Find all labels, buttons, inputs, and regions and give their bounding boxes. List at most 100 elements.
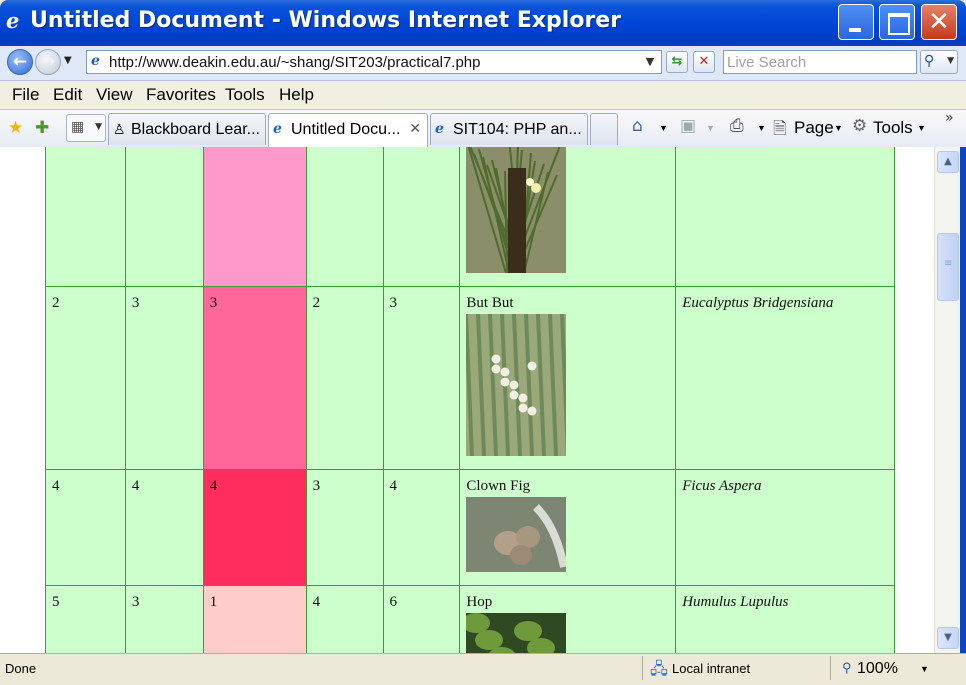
refresh-button[interactable]: ⇆: [666, 51, 688, 73]
chevron-down-icon[interactable]: ▼: [917, 123, 926, 133]
table-cell: 6: [382, 585, 461, 653]
tab-label: Untitled Docu...: [291, 121, 401, 138]
favorites-center-icon[interactable]: ★: [8, 118, 23, 138]
page-menu-button[interactable]: Page: [794, 118, 834, 138]
ie-logo-icon: e: [6, 8, 20, 33]
table-cell: 5: [45, 585, 126, 653]
scroll-up-button[interactable]: ▲: [937, 151, 959, 173]
minimize-button[interactable]: [838, 4, 874, 40]
clown-fig-photo: [466, 497, 569, 577]
scientific-name: Eucalyptus Bridgensiana: [675, 286, 895, 470]
tab-label: Blackboard Lear...: [131, 121, 260, 138]
table-row: [45, 147, 895, 287]
ie-page-icon: e: [435, 121, 444, 137]
menu-tools[interactable]: Tools: [225, 85, 265, 105]
stop-button[interactable]: ✕: [693, 51, 715, 73]
home-icon[interactable]: ⌂: [632, 116, 643, 136]
forward-button[interactable]: →: [35, 49, 61, 75]
table-cell: 3: [124, 286, 204, 470]
common-name: Hop: [466, 594, 493, 610]
more-chevron-icon[interactable]: »: [945, 110, 954, 126]
forward-arrow-icon: →: [40, 52, 56, 72]
table-cell: [124, 147, 204, 287]
grass-tree-photo: [466, 147, 567, 278]
table-cell: 4: [305, 585, 384, 653]
table-row: 4 4 4 3 4 Clown Fig Ficus Aspera: [45, 469, 895, 586]
table-cell: 1: [202, 585, 307, 653]
table-cell: 4: [202, 469, 307, 586]
menu-favorites[interactable]: Favorites: [146, 85, 216, 105]
chevron-down-icon[interactable]: ▼: [920, 664, 929, 674]
security-zone: Local intranet: [672, 661, 751, 676]
table-cell: 3: [305, 469, 384, 586]
menu-bar: File Edit View Favorites Tools Help: [0, 81, 966, 110]
stop-icon: ✕: [698, 54, 710, 69]
table-cell: 3: [202, 286, 307, 470]
table-cell: 4: [45, 469, 126, 586]
print-icon[interactable]: ⎙: [730, 116, 744, 136]
new-tab-button[interactable]: [590, 113, 618, 145]
address-toolbar: ← → ▼ e ▼ ⇆ ✕ ⚲ ▼: [0, 46, 966, 81]
common-name: Clown Fig: [466, 478, 531, 494]
menu-help[interactable]: Help: [279, 85, 314, 105]
chevron-down-icon[interactable]: ▼: [834, 123, 843, 133]
close-icon: ✕: [928, 7, 950, 37]
add-favorite-icon[interactable]: ✚: [35, 118, 49, 138]
status-bar: Done 🖧 Local intranet ⚲ 100% ▼: [0, 653, 966, 683]
window-border-right: [960, 147, 966, 653]
maximize-icon: [880, 5, 914, 39]
status-divider: [830, 656, 831, 680]
zoom-level[interactable]: 100%: [857, 660, 898, 678]
close-tab-icon[interactable]: ✕: [409, 120, 421, 137]
scroll-down-button[interactable]: ▼: [937, 627, 959, 649]
scientific-name: Humulus Lupulus: [675, 585, 895, 653]
scientific-name: [675, 147, 895, 287]
menu-file[interactable]: File: [12, 85, 39, 105]
quick-tabs-button[interactable]: ▦ ▼: [66, 114, 106, 142]
title-bar: e Untitled Document - Windows Internet E…: [0, 0, 966, 46]
recent-pages-dropdown[interactable]: ▼: [64, 55, 72, 66]
menu-edit[interactable]: Edit: [53, 85, 82, 105]
common-name: But But: [466, 295, 514, 311]
blackboard-icon: ♙: [113, 121, 126, 137]
table-row: 5 3 1 4 6 Hop Humulus Lupulus: [45, 585, 895, 653]
plant-name-cell: Hop: [459, 585, 677, 653]
chevron-down-icon[interactable]: ▼: [642, 53, 658, 71]
refresh-icon: ⇆: [671, 54, 683, 69]
search-icon: ⚲: [924, 53, 935, 69]
feeds-icon[interactable]: ▣: [680, 116, 696, 136]
chevron-down-icon[interactable]: ▼: [757, 123, 766, 133]
eucalyptus-photo: [464, 312, 571, 461]
vertical-scrollbar[interactable]: ▲ ≡ ▼: [934, 147, 961, 653]
scroll-thumb[interactable]: ≡: [937, 233, 959, 301]
plant-name-cell: But But: [459, 286, 677, 470]
tools-menu-button[interactable]: Tools: [873, 118, 913, 138]
search-button[interactable]: ⚲ ▼: [920, 50, 958, 74]
page-viewport: 2 3 3 2 3 But But Eucalyptus Bridgensiana 4 4 4 3 4…: [0, 147, 934, 653]
tab-untitled-document[interactable]: e Untitled Docu... ✕: [268, 113, 428, 147]
plant-name-cell: [459, 147, 677, 287]
search-input[interactable]: [727, 52, 913, 72]
table-cell: 2: [45, 286, 126, 470]
back-button[interactable]: ←: [7, 49, 33, 75]
maximize-button[interactable]: [879, 4, 915, 40]
close-window-button[interactable]: ✕: [921, 4, 957, 40]
chevron-down-icon[interactable]: ▼: [659, 123, 668, 133]
table-cell: [45, 147, 126, 287]
page-icon: e: [91, 53, 100, 69]
grip-icon: ≡: [944, 258, 953, 269]
zoom-icon: ⚲: [842, 660, 852, 675]
menu-view[interactable]: View: [96, 85, 133, 105]
plant-name-cell: Clown Fig: [459, 469, 677, 586]
table-cell: [305, 147, 384, 287]
url-input[interactable]: [109, 52, 629, 72]
table-cell: 4: [382, 469, 461, 586]
search-field[interactable]: [723, 50, 917, 74]
tab-label: SIT104: PHP an...: [453, 121, 582, 138]
address-field[interactable]: e ▼: [86, 50, 662, 74]
gear-icon: ⚙: [852, 116, 868, 136]
tab-sit104[interactable]: e SIT104: PHP an...: [430, 113, 588, 145]
quick-tabs-icon: ▦: [71, 119, 85, 135]
tab-blackboard[interactable]: ♙ Blackboard Lear...: [108, 113, 266, 145]
minimize-icon: [839, 5, 873, 39]
